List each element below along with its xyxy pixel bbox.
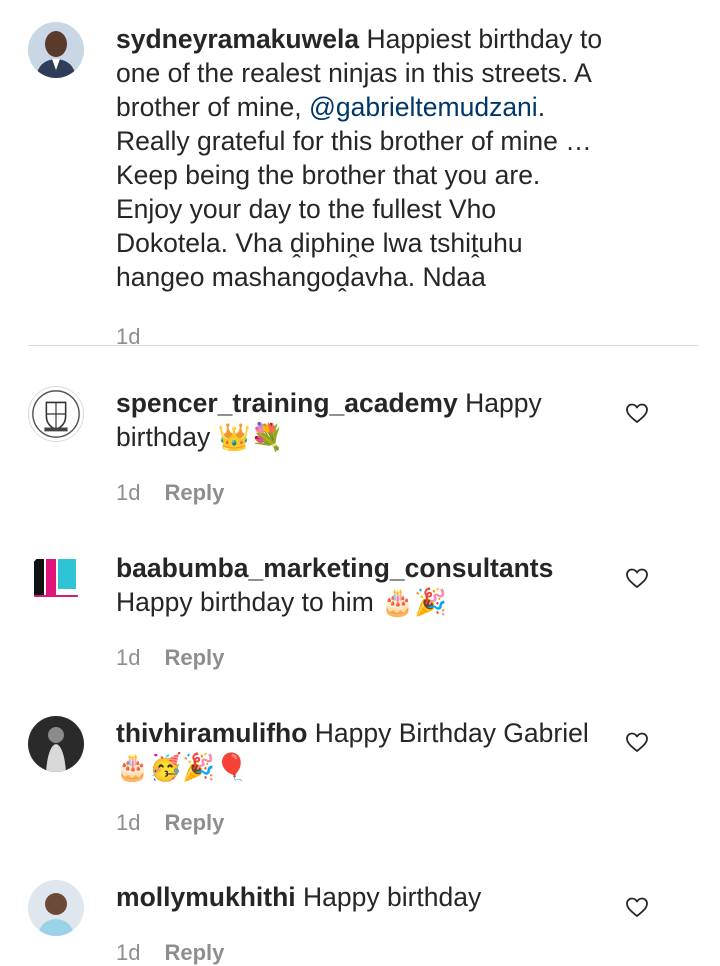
comment-avatar[interactable] bbox=[28, 880, 84, 936]
caption-time: 1d bbox=[116, 324, 141, 349]
reply-button[interactable]: Reply bbox=[164, 480, 224, 506]
heart-icon[interactable] bbox=[625, 566, 649, 590]
comment-time: 1d bbox=[116, 645, 141, 670]
comment: mollymukhithi Happy birthday 1d Reply bbox=[116, 880, 606, 966]
comment-text: baabumba_marketing_consultants Happy bir… bbox=[116, 551, 606, 619]
comment-meta: 1d Reply bbox=[116, 940, 606, 966]
heart-icon[interactable] bbox=[625, 730, 649, 754]
person-photo-icon bbox=[28, 22, 84, 78]
comment-meta: 1d Reply bbox=[116, 480, 606, 506]
caption-text-part2: . Really grateful for this brother of mi… bbox=[116, 92, 592, 292]
person-photo-icon bbox=[28, 716, 84, 772]
comment: baabumba_marketing_consultants Happy bir… bbox=[116, 551, 606, 671]
comment-text: thivhiramulifho Happy Birthday Gabriel 🎂… bbox=[116, 716, 606, 784]
caption-username[interactable]: sydneyramakuwela bbox=[116, 24, 359, 54]
mention-link[interactable]: @gabrieltemudzani bbox=[309, 92, 538, 122]
reply-button[interactable]: Reply bbox=[164, 810, 224, 836]
comment-text: mollymukhithi Happy birthday bbox=[116, 880, 606, 914]
comment-body: Happy birthday to him 🎂🎉 bbox=[116, 587, 448, 617]
comment-text: spencer_training_academy Happy birthday … bbox=[116, 386, 606, 454]
caption-text: sydneyramakuwela Happiest birthday to on… bbox=[116, 22, 606, 294]
comment-username[interactable]: thivhiramulifho bbox=[116, 718, 307, 748]
comment-avatar[interactable] bbox=[28, 386, 84, 442]
divider bbox=[28, 345, 698, 346]
comment: thivhiramulifho Happy Birthday Gabriel 🎂… bbox=[116, 716, 606, 836]
comment-avatar[interactable] bbox=[28, 716, 84, 772]
comment-avatar[interactable] bbox=[28, 551, 84, 607]
comment-username[interactable]: spencer_training_academy bbox=[116, 388, 458, 418]
comment-username[interactable]: mollymukhithi bbox=[116, 882, 296, 912]
reply-button[interactable]: Reply bbox=[164, 940, 224, 966]
comment-username[interactable]: baabumba_marketing_consultants bbox=[116, 553, 553, 583]
comment-time: 1d bbox=[116, 810, 141, 835]
caption-meta: 1d bbox=[116, 324, 606, 350]
comment-body: Happy birthday bbox=[303, 882, 482, 912]
heart-icon[interactable] bbox=[625, 401, 649, 425]
baap-logo-icon bbox=[28, 551, 84, 607]
comment-time: 1d bbox=[116, 480, 141, 505]
person-photo-icon bbox=[28, 880, 84, 936]
academy-crest-icon bbox=[32, 390, 80, 438]
reply-button[interactable]: Reply bbox=[164, 645, 224, 671]
heart-icon[interactable] bbox=[625, 895, 649, 919]
caption-avatar[interactable] bbox=[28, 22, 84, 78]
caption: sydneyramakuwela Happiest birthday to on… bbox=[116, 22, 606, 350]
comment-meta: 1d Reply bbox=[116, 810, 606, 836]
comment: spencer_training_academy Happy birthday … bbox=[116, 386, 606, 506]
comment-meta: 1d Reply bbox=[116, 645, 606, 671]
comment-time: 1d bbox=[116, 940, 141, 965]
